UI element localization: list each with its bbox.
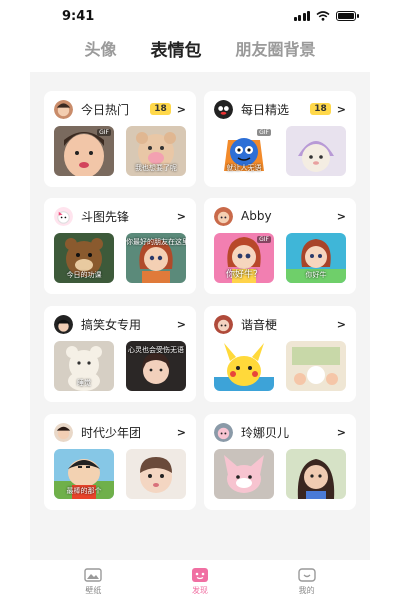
- sticker-thumbnail[interactable]: [214, 341, 274, 391]
- sticker-thumbnail[interactable]: [126, 449, 186, 499]
- wifi-icon: [316, 11, 330, 21]
- sticker-caption: 睡觉: [77, 379, 91, 387]
- card-header: 谐音梗 >: [214, 314, 346, 334]
- sticker-thumbnail[interactable]: GIF 就让人无语: [214, 126, 274, 176]
- gif-tag: GIF: [257, 236, 271, 243]
- sticker-caption: 我也想要了呢: [135, 164, 177, 172]
- gif-tag: GIF: [257, 129, 271, 136]
- sticker-caption: 你好牛？: [225, 270, 262, 280]
- card-title: 时代少年团: [81, 425, 142, 440]
- card-title: 玲娜贝儿: [241, 425, 290, 440]
- sticker-thumbnail[interactable]: [214, 449, 274, 499]
- sticker-collections: 今日热门 18 > GIF 我也想要了呢 每日精选 18 > GIF 就让人无语: [30, 72, 370, 560]
- sticker-thumbnail[interactable]: GIF: [54, 126, 114, 176]
- status-time: 9:41: [62, 9, 95, 24]
- gif-tag: GIF: [97, 129, 111, 136]
- sticker-thumbnail[interactable]: [286, 341, 346, 391]
- card-title: Abby: [241, 209, 272, 223]
- chevron-right-icon[interactable]: >: [337, 318, 346, 331]
- card-title: 斗图先锋: [81, 209, 130, 224]
- sticker-thumbnail[interactable]: 你最好的朋友在这里: [126, 233, 186, 283]
- collection-card-today-hot[interactable]: 今日热门 18 > GIF 我也想要了呢: [44, 91, 196, 187]
- nav-label: 我的: [298, 586, 315, 595]
- sticker-thumbnail[interactable]: 你好牛: [286, 233, 346, 283]
- card-title: 今日热门: [81, 102, 130, 117]
- sticker-caption: 你好牛: [305, 271, 327, 279]
- sticker-thumbnail[interactable]: 我也想要了呢: [126, 126, 186, 176]
- chevron-right-icon[interactable]: >: [337, 426, 346, 439]
- battery-icon: [336, 11, 359, 21]
- tab-avatar[interactable]: 头像: [84, 36, 116, 72]
- collection-card-meme-pioneer[interactable]: 斗图先锋 > 今日的功课 你最好的朋友在这里: [44, 198, 196, 294]
- sticker-thumbnail[interactable]: [286, 449, 346, 499]
- sticker-caption: 今日的功课: [66, 271, 102, 279]
- card-avatar: [214, 314, 233, 334]
- chevron-right-icon[interactable]: >: [337, 210, 346, 223]
- status-icons: [293, 11, 359, 21]
- sticker-thumbnail[interactable]: 睡觉: [54, 341, 114, 391]
- signal-icon: [293, 11, 310, 21]
- nav-item-profile[interactable]: 我的: [277, 560, 337, 600]
- collection-card-funny-girl[interactable]: 搞笑女专用 > 睡觉 心灵也会受伤无语: [44, 306, 196, 402]
- card-header: 每日精选 18 >: [214, 99, 346, 119]
- tab-moments-background[interactable]: 朋友圈背景: [236, 36, 316, 72]
- card-badge: 18: [150, 103, 171, 115]
- card-header: 玲娜贝儿 >: [214, 422, 346, 442]
- collection-card-linabell[interactable]: 玲娜贝儿 >: [204, 414, 356, 510]
- card-avatar: [54, 314, 73, 334]
- top-tabs: 头像 表情包 朋友圈背景: [0, 36, 400, 78]
- nav-label: 发现: [191, 586, 208, 595]
- card-avatar: [54, 206, 73, 226]
- collection-card-tnt[interactable]: 时代少年团 > 最棒的那个: [44, 414, 196, 510]
- card-badge: 18: [310, 103, 331, 115]
- sticker-thumbnail[interactable]: 最棒的那个: [54, 449, 114, 499]
- card-title: 搞笑女专用: [81, 317, 142, 332]
- card-avatar: [214, 422, 233, 442]
- card-avatar: [214, 99, 233, 119]
- tab-stickers[interactable]: 表情包: [151, 36, 202, 78]
- wallpaper-icon: [84, 568, 103, 582]
- nav-label: 壁纸: [85, 586, 102, 595]
- card-avatar: [54, 422, 73, 442]
- card-avatar: [214, 206, 233, 226]
- sticker-caption: 就让人无语: [226, 164, 262, 172]
- nav-item-discover[interactable]: 发现: [170, 560, 230, 600]
- sticker-thumbnail[interactable]: [286, 126, 346, 176]
- card-header: 时代少年团 >: [54, 422, 186, 442]
- card-header: 斗图先锋 >: [54, 206, 186, 226]
- sticker-caption: 你最好的朋友在这里: [126, 238, 186, 246]
- card-header: Abby >: [214, 206, 346, 226]
- collection-card-daily-picks[interactable]: 每日精选 18 > GIF 就让人无语: [204, 91, 356, 187]
- card-header: 搞笑女专用 >: [54, 314, 186, 334]
- chevron-right-icon[interactable]: >: [177, 210, 186, 223]
- sticker-caption: 心灵也会受伤无语: [128, 346, 184, 354]
- chevron-right-icon[interactable]: >: [177, 103, 186, 116]
- chevron-right-icon[interactable]: >: [177, 318, 186, 331]
- collection-card-puns[interactable]: 谐音梗 >: [204, 306, 356, 402]
- sticker-caption: 最棒的那个: [66, 487, 102, 495]
- card-title: 谐音梗: [241, 317, 278, 332]
- card-avatar: [54, 99, 73, 119]
- card-title: 每日精选: [241, 102, 290, 117]
- chevron-right-icon[interactable]: >: [337, 103, 346, 116]
- sticker-thumbnail[interactable]: 今日的功课: [54, 233, 114, 283]
- collection-card-abby[interactable]: Abby > GIF 你好牛？ 你好牛: [204, 198, 356, 294]
- profile-icon: [297, 568, 316, 582]
- status-bar: 9:41: [0, 0, 400, 34]
- nav-item-wallpaper[interactable]: 壁纸: [63, 560, 123, 600]
- sticker-thumbnail[interactable]: GIF 你好牛？: [214, 233, 274, 283]
- sticker-thumbnail[interactable]: 心灵也会受伤无语: [126, 341, 186, 391]
- card-header: 今日热门 18 >: [54, 99, 186, 119]
- chevron-right-icon[interactable]: >: [177, 426, 186, 439]
- discover-icon: [191, 568, 208, 582]
- bottom-nav: 壁纸 发现 我的: [0, 560, 400, 600]
